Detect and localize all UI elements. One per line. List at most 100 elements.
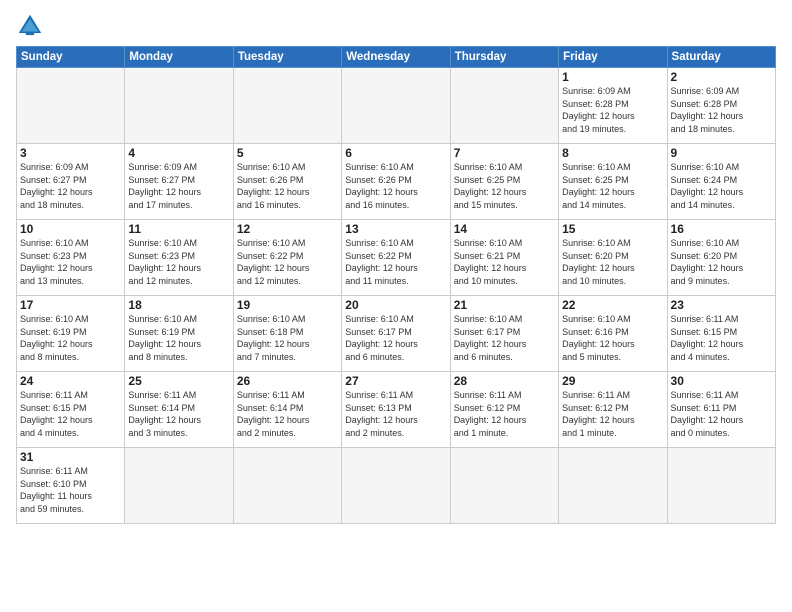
calendar-cell: 5Sunrise: 6:10 AM Sunset: 6:26 PM Daylig…: [233, 144, 341, 220]
sun-info: Sunrise: 6:10 AM Sunset: 6:17 PM Dayligh…: [345, 313, 446, 363]
calendar-cell: 29Sunrise: 6:11 AM Sunset: 6:12 PM Dayli…: [559, 372, 667, 448]
calendar-cell: [233, 68, 341, 144]
calendar-cell: [559, 448, 667, 524]
sun-info: Sunrise: 6:09 AM Sunset: 6:28 PM Dayligh…: [562, 85, 663, 135]
date-number: 22: [562, 298, 663, 312]
calendar-cell: 11Sunrise: 6:10 AM Sunset: 6:23 PM Dayli…: [125, 220, 233, 296]
calendar-cell: 25Sunrise: 6:11 AM Sunset: 6:14 PM Dayli…: [125, 372, 233, 448]
calendar-week-5: 24Sunrise: 6:11 AM Sunset: 6:15 PM Dayli…: [17, 372, 776, 448]
date-number: 15: [562, 222, 663, 236]
date-number: 19: [237, 298, 338, 312]
calendar-cell: 12Sunrise: 6:10 AM Sunset: 6:22 PM Dayli…: [233, 220, 341, 296]
sun-info: Sunrise: 6:10 AM Sunset: 6:17 PM Dayligh…: [454, 313, 555, 363]
calendar-cell: 14Sunrise: 6:10 AM Sunset: 6:21 PM Dayli…: [450, 220, 558, 296]
sun-info: Sunrise: 6:10 AM Sunset: 6:18 PM Dayligh…: [237, 313, 338, 363]
date-number: 29: [562, 374, 663, 388]
calendar-week-1: 1Sunrise: 6:09 AM Sunset: 6:28 PM Daylig…: [17, 68, 776, 144]
calendar-cell: 4Sunrise: 6:09 AM Sunset: 6:27 PM Daylig…: [125, 144, 233, 220]
calendar-cell: 28Sunrise: 6:11 AM Sunset: 6:12 PM Dayli…: [450, 372, 558, 448]
sun-info: Sunrise: 6:11 AM Sunset: 6:14 PM Dayligh…: [237, 389, 338, 439]
calendar-cell: 24Sunrise: 6:11 AM Sunset: 6:15 PM Dayli…: [17, 372, 125, 448]
sun-info: Sunrise: 6:10 AM Sunset: 6:16 PM Dayligh…: [562, 313, 663, 363]
calendar-cell: 3Sunrise: 6:09 AM Sunset: 6:27 PM Daylig…: [17, 144, 125, 220]
logo: [16, 12, 48, 40]
calendar-cell: [233, 448, 341, 524]
sun-info: Sunrise: 6:10 AM Sunset: 6:19 PM Dayligh…: [20, 313, 121, 363]
date-number: 14: [454, 222, 555, 236]
sun-info: Sunrise: 6:10 AM Sunset: 6:25 PM Dayligh…: [454, 161, 555, 211]
calendar-cell: 20Sunrise: 6:10 AM Sunset: 6:17 PM Dayli…: [342, 296, 450, 372]
calendar-cell: 23Sunrise: 6:11 AM Sunset: 6:15 PM Dayli…: [667, 296, 775, 372]
weekday-header-tuesday: Tuesday: [233, 47, 341, 68]
calendar-cell: 15Sunrise: 6:10 AM Sunset: 6:20 PM Dayli…: [559, 220, 667, 296]
sun-info: Sunrise: 6:09 AM Sunset: 6:27 PM Dayligh…: [20, 161, 121, 211]
sun-info: Sunrise: 6:10 AM Sunset: 6:20 PM Dayligh…: [671, 237, 772, 287]
sun-info: Sunrise: 6:09 AM Sunset: 6:28 PM Dayligh…: [671, 85, 772, 135]
weekday-header-wednesday: Wednesday: [342, 47, 450, 68]
calendar-cell: [342, 448, 450, 524]
sun-info: Sunrise: 6:11 AM Sunset: 6:14 PM Dayligh…: [128, 389, 229, 439]
calendar-cell: [450, 68, 558, 144]
calendar-body: 1Sunrise: 6:09 AM Sunset: 6:28 PM Daylig…: [17, 68, 776, 524]
calendar-cell: 1Sunrise: 6:09 AM Sunset: 6:28 PM Daylig…: [559, 68, 667, 144]
calendar-cell: [17, 68, 125, 144]
sun-info: Sunrise: 6:10 AM Sunset: 6:22 PM Dayligh…: [345, 237, 446, 287]
calendar-cell: 2Sunrise: 6:09 AM Sunset: 6:28 PM Daylig…: [667, 68, 775, 144]
sun-info: Sunrise: 6:11 AM Sunset: 6:15 PM Dayligh…: [20, 389, 121, 439]
date-number: 11: [128, 222, 229, 236]
date-number: 25: [128, 374, 229, 388]
date-number: 2: [671, 70, 772, 84]
sun-info: Sunrise: 6:10 AM Sunset: 6:26 PM Dayligh…: [345, 161, 446, 211]
calendar-cell: 19Sunrise: 6:10 AM Sunset: 6:18 PM Dayli…: [233, 296, 341, 372]
date-number: 31: [20, 450, 121, 464]
calendar-cell: 26Sunrise: 6:11 AM Sunset: 6:14 PM Dayli…: [233, 372, 341, 448]
calendar-cell: 30Sunrise: 6:11 AM Sunset: 6:11 PM Dayli…: [667, 372, 775, 448]
sun-info: Sunrise: 6:10 AM Sunset: 6:26 PM Dayligh…: [237, 161, 338, 211]
sun-info: Sunrise: 6:10 AM Sunset: 6:24 PM Dayligh…: [671, 161, 772, 211]
date-number: 13: [345, 222, 446, 236]
calendar-week-6: 31Sunrise: 6:11 AM Sunset: 6:10 PM Dayli…: [17, 448, 776, 524]
calendar-table: SundayMondayTuesdayWednesdayThursdayFrid…: [16, 46, 776, 524]
calendar-header: SundayMondayTuesdayWednesdayThursdayFrid…: [17, 47, 776, 68]
date-number: 30: [671, 374, 772, 388]
calendar-week-2: 3Sunrise: 6:09 AM Sunset: 6:27 PM Daylig…: [17, 144, 776, 220]
calendar-cell: [125, 68, 233, 144]
date-number: 20: [345, 298, 446, 312]
date-number: 28: [454, 374, 555, 388]
sun-info: Sunrise: 6:11 AM Sunset: 6:12 PM Dayligh…: [562, 389, 663, 439]
sun-info: Sunrise: 6:11 AM Sunset: 6:13 PM Dayligh…: [345, 389, 446, 439]
sun-info: Sunrise: 6:10 AM Sunset: 6:22 PM Dayligh…: [237, 237, 338, 287]
date-number: 4: [128, 146, 229, 160]
calendar-cell: 7Sunrise: 6:10 AM Sunset: 6:25 PM Daylig…: [450, 144, 558, 220]
date-number: 26: [237, 374, 338, 388]
date-number: 9: [671, 146, 772, 160]
weekday-header-thursday: Thursday: [450, 47, 558, 68]
sun-info: Sunrise: 6:10 AM Sunset: 6:19 PM Dayligh…: [128, 313, 229, 363]
date-number: 7: [454, 146, 555, 160]
sun-info: Sunrise: 6:10 AM Sunset: 6:23 PM Dayligh…: [128, 237, 229, 287]
calendar-cell: 10Sunrise: 6:10 AM Sunset: 6:23 PM Dayli…: [17, 220, 125, 296]
weekday-header-sunday: Sunday: [17, 47, 125, 68]
date-number: 3: [20, 146, 121, 160]
sun-info: Sunrise: 6:09 AM Sunset: 6:27 PM Dayligh…: [128, 161, 229, 211]
sun-info: Sunrise: 6:10 AM Sunset: 6:20 PM Dayligh…: [562, 237, 663, 287]
sun-info: Sunrise: 6:10 AM Sunset: 6:25 PM Dayligh…: [562, 161, 663, 211]
calendar-cell: 21Sunrise: 6:10 AM Sunset: 6:17 PM Dayli…: [450, 296, 558, 372]
calendar-cell: 18Sunrise: 6:10 AM Sunset: 6:19 PM Dayli…: [125, 296, 233, 372]
weekday-header-monday: Monday: [125, 47, 233, 68]
calendar-cell: 13Sunrise: 6:10 AM Sunset: 6:22 PM Dayli…: [342, 220, 450, 296]
weekday-header-friday: Friday: [559, 47, 667, 68]
date-number: 12: [237, 222, 338, 236]
sun-info: Sunrise: 6:11 AM Sunset: 6:12 PM Dayligh…: [454, 389, 555, 439]
date-number: 27: [345, 374, 446, 388]
calendar-cell: 31Sunrise: 6:11 AM Sunset: 6:10 PM Dayli…: [17, 448, 125, 524]
calendar-cell: 27Sunrise: 6:11 AM Sunset: 6:13 PM Dayli…: [342, 372, 450, 448]
date-number: 6: [345, 146, 446, 160]
calendar-cell: [667, 448, 775, 524]
sun-info: Sunrise: 6:10 AM Sunset: 6:21 PM Dayligh…: [454, 237, 555, 287]
date-number: 10: [20, 222, 121, 236]
calendar-cell: [342, 68, 450, 144]
date-number: 23: [671, 298, 772, 312]
sun-info: Sunrise: 6:10 AM Sunset: 6:23 PM Dayligh…: [20, 237, 121, 287]
date-number: 8: [562, 146, 663, 160]
